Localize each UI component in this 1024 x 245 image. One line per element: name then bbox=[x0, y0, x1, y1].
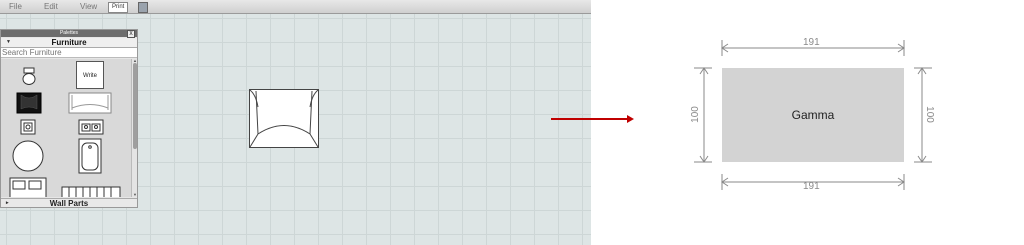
dimension-lines bbox=[694, 40, 932, 190]
dimension-top-text: 191 bbox=[803, 37, 820, 48]
dimension-bottom-text: 191 bbox=[803, 181, 820, 192]
dimension-left-text: 100 bbox=[689, 106, 701, 123]
dimension-right-text: 100 bbox=[923, 106, 935, 123]
